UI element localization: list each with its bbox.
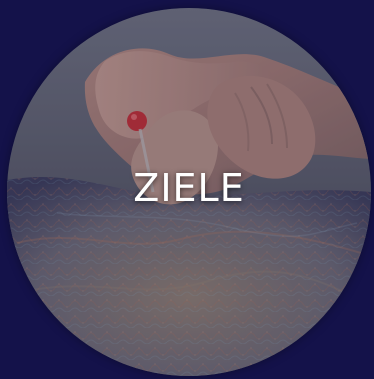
goals-image-circle[interactable]: ZIELE — [7, 8, 371, 376]
tile-title: ZIELE — [133, 166, 245, 210]
goals-tile[interactable]: ZIELE — [0, 0, 374, 379]
